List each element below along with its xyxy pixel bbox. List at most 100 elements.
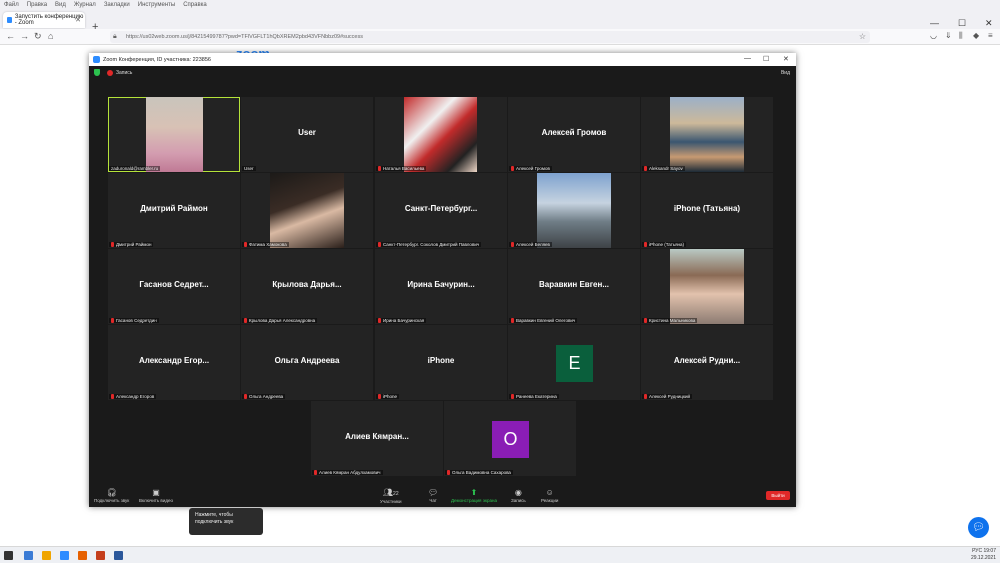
muted-mic-icon [111,318,114,323]
zoom-close-icon[interactable]: ✕ [783,55,789,63]
participant-tile[interactable]: E Ранеева Екатерина [508,325,640,400]
participant-tile[interactable]: zaduronald@rambler.ru [108,97,240,172]
reactions-label: Реакции [541,498,559,503]
participant-video [404,97,477,172]
encryption-shield-icon[interactable] [94,69,100,76]
participant-label-text: Ольга Андреева [249,394,284,399]
menu-history[interactable]: Журнал [74,2,96,8]
participant-tile[interactable]: Варавкин Евген... Варавкин Евгений Олегов… [508,249,640,324]
forward-icon[interactable]: → [20,31,29,41]
participant-tile[interactable]: Дмитрий Раймон Дмитрий Раймон [108,173,240,248]
firefox-icon[interactable] [78,551,87,560]
participant-tile[interactable]: Санкт-Петербург... Санкт-Петербург. Сокол… [375,173,507,248]
headphones-icon: 🎧︎ [106,488,117,497]
participants-button[interactable]: 👥︎22 Участники [380,488,402,504]
url-bar[interactable]: 🔒︎ https://us02web.zoom.us/j/84215499787… [110,31,870,43]
leave-meeting-button[interactable]: Выйти [766,491,790,500]
participant-label-text: Кристина Мальникова [649,318,696,323]
participant-tile[interactable]: Крылова Дарья... Крылова Дарья Александро… [241,249,373,324]
participant-avatar: E [556,345,593,382]
participant-tile[interactable]: Фатима Хамокова [241,173,373,248]
participant-tile[interactable]: Ольга Андреева Ольга Андреева [241,325,373,400]
start-icon[interactable] [4,551,13,560]
downloads-icon[interactable]: ⇓ [945,31,952,40]
library-icon[interactable]: ⫼ [959,31,963,41]
language-indicator[interactable]: РУС [972,548,982,554]
participant-tile[interactable]: Алексей Беляев [508,173,640,248]
menu-file[interactable]: Файл [4,2,19,8]
menu-bookmarks[interactable]: Закладки [104,2,130,8]
browser-tab[interactable]: Запустить конференцию - Zoom ✕ [3,12,85,28]
participant-label-text: User [244,166,254,171]
participant-tile[interactable]: Ирина Бачурин... Ирина Бачуринская [375,249,507,324]
participant-tile[interactable]: Aleksandr Sayov [641,97,773,172]
record-button[interactable]: ◉ Запись [511,488,526,503]
extension-icon[interactable]: ◆ [973,31,979,40]
pocket-icon[interactable]: ◡ [930,31,937,40]
zoom-maximize-icon[interactable]: ☐ [763,55,769,63]
participant-display-name: Крылова Дарья... [272,280,342,289]
zoom-window-title: Zoom Конференция, ID участника: 223856 [103,56,211,63]
participant-tile[interactable]: Гасанов Седрет... Гасанов Седретдин [108,249,240,324]
zoom-minimize-icon[interactable]: — [744,55,751,62]
reload-icon[interactable]: ↻ [34,31,42,42]
participants-label: Участники [380,499,402,504]
muted-mic-icon [314,470,317,475]
participant-label: Дмитрий Раймон [109,242,154,247]
meeting-info-bar: Запись Вид [89,66,796,80]
join-audio-button[interactable]: 🎧︎ Подключить звук [94,488,129,503]
participant-avatar: O [492,421,529,458]
participant-label: Санкт-Петербург. Соколов Дмитрий Павлови… [376,242,482,247]
back-icon[interactable]: ← [6,31,15,41]
muted-mic-icon [244,242,247,247]
home-icon[interactable]: ⌂ [48,31,53,41]
share-screen-icon: ⬆︎ [470,488,478,497]
menu-edit[interactable]: Правка [27,2,47,8]
participant-tile[interactable]: O Ольга Вадимовна Сахарова [444,401,576,476]
participant-tile[interactable]: iPhone (Татьяна) iPhone (Татьяна) [641,173,773,248]
app-menu-icon[interactable]: ≡ [988,31,993,40]
participant-label-text: Ольга Вадимовна Сахарова [452,470,511,475]
system-tray: РУС 19:07 29.12.2021 [971,548,996,562]
close-window-icon[interactable]: ✕ [985,18,993,29]
close-tab-icon[interactable]: ✕ [75,16,81,24]
participant-tile[interactable]: Алиев Кямран... Алиев Кямран Абдулхамович [311,401,443,476]
maximize-icon[interactable]: ☐ [958,18,966,29]
chat-help-bubble-icon[interactable]: 💬︎ [968,517,989,538]
zoom-task-icon[interactable] [60,551,69,560]
menu-tools[interactable]: Инструменты [138,2,175,8]
muted-mic-icon [644,166,647,171]
participant-label: Гасанов Седретдин [109,318,159,323]
powerpoint-icon[interactable] [96,551,105,560]
word-icon[interactable] [114,551,123,560]
share-screen-button[interactable]: ⬆︎ Демонстрация экрана [451,488,497,503]
clock-date: 29.12.2021 [970,555,996,561]
muted-mic-icon [244,318,247,323]
menu-view[interactable]: Вид [55,2,66,8]
explorer-icon[interactable] [42,551,51,560]
participant-tile[interactable]: Наталья Васильева [375,97,507,172]
start-video-button[interactable]: ▣ Включить видео [139,488,173,503]
minimize-icon[interactable]: — [930,18,939,28]
participant-tile[interactable]: Кристина Мальникова [641,249,773,324]
participant-tile[interactable]: Алексей Громов Алексей Громов [508,97,640,172]
chat-button[interactable]: 💬︎ Чат [428,488,438,503]
participant-display-name: Санкт-Петербург... [404,204,478,213]
participant-label-text: Санкт-Петербург. Соколов Дмитрий Павлови… [383,242,480,247]
participant-tile[interactable]: iPhone iPhone [375,325,507,400]
participant-display-name: Ольга Андреева [274,356,340,365]
participant-display-name: Дмитрий Раймон [140,204,208,213]
audio-tooltip: Нажмите, чтобы подключить звук [189,508,263,535]
participant-display-name: Александр Егор... [138,356,210,365]
search-icon[interactable] [24,551,33,560]
participant-tile[interactable]: Алексей Рудни... Алексей Рудницкий [641,325,773,400]
participant-tile[interactable]: User User [241,97,373,172]
view-button[interactable]: Вид [781,70,790,76]
windows-taskbar: РУС 19:07 29.12.2021 [0,546,1000,563]
menu-help[interactable]: Справка [183,2,207,8]
participant-tile[interactable]: Александр Егор... Александр Егоров [108,325,240,400]
participant-label-text: Варавкин Евгений Олегович [516,318,576,323]
bookmark-star-icon[interactable]: ☆ [859,31,866,43]
participant-label-text: Крылова Дарья Александровна [249,318,316,323]
reactions-button[interactable]: ☺ Реакции [541,488,558,503]
